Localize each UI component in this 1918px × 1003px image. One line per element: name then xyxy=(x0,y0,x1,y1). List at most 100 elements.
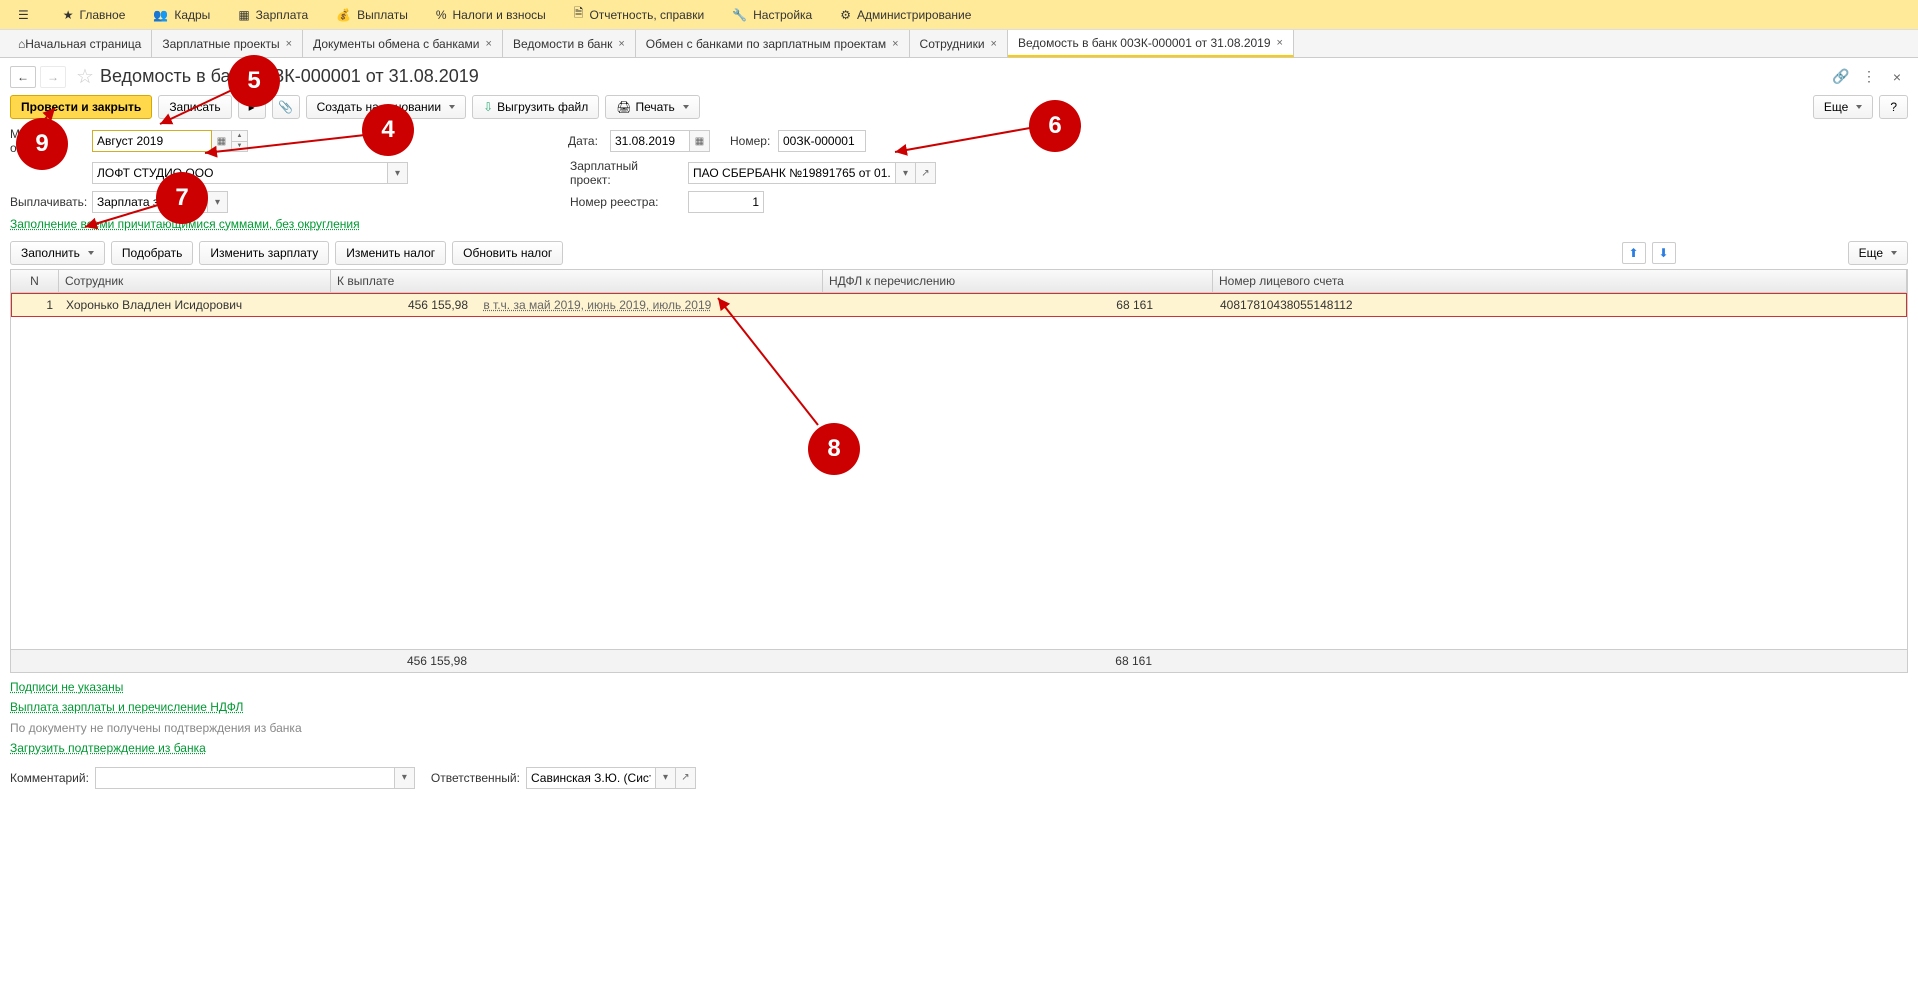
tab-projects[interactable]: Зарплатные проекты× xyxy=(152,30,303,57)
menu-hr[interactable]: 👥Кадры xyxy=(139,8,224,22)
change-salary-button[interactable]: Изменить зарплату xyxy=(199,241,329,265)
responsible-input[interactable] xyxy=(526,767,656,789)
form-area: Месяц оплаты: ▦ ▲▼ Дата: ▦ Номер: ▾ xyxy=(0,125,1918,237)
grid-more-button[interactable]: Еще xyxy=(1848,241,1908,265)
tab-home[interactable]: ⌂ Начальная страница xyxy=(8,30,152,57)
close-icon[interactable]: × xyxy=(991,38,997,50)
change-tax-button[interactable]: Изменить налог xyxy=(335,241,446,265)
calendar-icon[interactable]: ▦ xyxy=(690,130,710,152)
close-icon[interactable]: × xyxy=(1277,37,1283,49)
cell-employee: Хоронько Владлен Исидорович xyxy=(60,294,332,316)
forward-button[interactable]: → xyxy=(40,66,66,88)
calendar-icon[interactable]: ▦ xyxy=(212,130,232,152)
col-ndfl[interactable]: НДФЛ к перечислению xyxy=(823,270,1213,292)
link-icon[interactable]: 🔗 xyxy=(1830,66,1852,88)
post-and-close-button[interactable]: Провести и закрыть xyxy=(10,95,152,119)
dropdown-icon[interactable]: ▾ xyxy=(896,162,916,184)
menu-settings[interactable]: 🔧Настройка xyxy=(718,8,826,22)
tab-bar: ⌂ Начальная страница Зарплатные проекты×… xyxy=(0,30,1918,58)
dropdown-icon[interactable]: ▾ xyxy=(656,767,676,789)
export-file-button[interactable]: ⇩Выгрузить файл xyxy=(472,95,599,119)
callout-4: 4 xyxy=(362,104,414,156)
update-tax-button[interactable]: Обновить налог xyxy=(452,241,563,265)
kebab-icon[interactable]: ⋮ xyxy=(1858,66,1880,88)
page-header: ← → ☆ Ведомость в банк 00ЗК-000001 от 31… xyxy=(0,58,1918,95)
move-down-button[interactable]: ⬇ xyxy=(1652,242,1676,264)
comment-input[interactable] xyxy=(95,767,395,789)
callout-6: 6 xyxy=(1029,100,1081,152)
fill-button[interactable]: Заполнить xyxy=(10,241,105,265)
open-icon[interactable]: ↗ xyxy=(916,162,936,184)
menu-taxes[interactable]: %Налоги и взносы xyxy=(422,8,560,22)
help-button[interactable]: ? xyxy=(1879,95,1908,119)
menu-payments[interactable]: 💰Выплаты xyxy=(322,8,422,22)
open-icon[interactable]: ↗ xyxy=(676,767,696,789)
date-label: Дата: xyxy=(568,134,604,148)
dropdown-icon[interactable]: ▾ xyxy=(388,162,408,184)
pick-button[interactable]: Подобрать xyxy=(111,241,193,265)
close-icon[interactable]: × xyxy=(486,38,492,50)
save-button[interactable]: Записать xyxy=(158,95,231,119)
col-account[interactable]: Номер лицевого счета xyxy=(1213,270,1907,292)
month-stepper[interactable]: ▲▼ xyxy=(232,130,248,152)
attach-button[interactable]: 📎 xyxy=(272,95,300,119)
percent-icon: % xyxy=(436,8,447,22)
cell-ndfl: 68 161 xyxy=(824,294,1214,316)
menu-reports[interactable]: 🗎Отчетность, справки xyxy=(560,4,718,25)
project-input[interactable] xyxy=(688,162,896,184)
home-icon: ⌂ xyxy=(18,37,25,51)
loadconfirm-link[interactable]: Загрузить подтверждение из банка xyxy=(10,741,206,755)
grid-footer: 456 155,98 68 161 xyxy=(11,649,1907,672)
tab-current-doc[interactable]: Ведомость в банк 00ЗК-000001 от 31.08.20… xyxy=(1008,30,1294,57)
main-menu-bar: ☰ ★Главное 👥Кадры ▦Зарплата 💰Выплаты %На… xyxy=(0,0,1918,30)
project-label: Зарплатный проект: xyxy=(570,159,682,187)
noconfirm-text: По документу не получены подтверждения и… xyxy=(10,718,1908,738)
gear-icon: ⚙ xyxy=(840,8,851,22)
month-input[interactable] xyxy=(92,130,212,152)
table-row[interactable]: 1 Хоронько Владлен Исидорович 456 155,98… xyxy=(11,293,1907,317)
callout-8: 8 xyxy=(808,423,860,475)
tab-employees[interactable]: Сотрудники× xyxy=(910,30,1008,57)
more-button[interactable]: Еще xyxy=(1813,95,1873,119)
col-n[interactable]: N xyxy=(11,270,59,292)
dropdown-icon[interactable]: ▾ xyxy=(208,191,228,213)
dropdown-icon[interactable]: ▾ xyxy=(395,767,415,789)
hamburger-icon: ☰ xyxy=(18,8,29,22)
col-employee[interactable]: Сотрудник xyxy=(59,270,331,292)
menu-salary[interactable]: ▦Зарплата xyxy=(224,8,322,22)
grid-body[interactable]: 1 Хоронько Владлен Исидорович 456 155,98… xyxy=(11,293,1907,649)
grid-toolbar: Заполнить Подобрать Изменить зарплату Из… xyxy=(0,237,1918,269)
grid-header: N Сотрудник К выплате НДФЛ к перечислени… xyxy=(11,270,1907,293)
close-icon[interactable]: × xyxy=(892,38,898,50)
responsible-label: Ответственный: xyxy=(431,771,520,785)
print-button[interactable]: 🖨Печать xyxy=(605,95,700,119)
number-input[interactable] xyxy=(778,130,866,152)
cell-pay: 456 155,98 в т.ч. за май 2019, июнь 2019… xyxy=(332,294,824,316)
close-icon[interactable]: × xyxy=(286,38,292,50)
payout-link[interactable]: Выплата зарплаты и перечисление НДФЛ xyxy=(10,700,243,714)
pay-detail-link[interactable]: в т.ч. за май 2019, июнь 2019, июль 2019 xyxy=(483,298,711,312)
org-input[interactable] xyxy=(92,162,388,184)
tab-statements[interactable]: Ведомости в банк× xyxy=(503,30,636,57)
signatures-link[interactable]: Подписи не указаны xyxy=(10,680,123,694)
window-close-icon[interactable]: × xyxy=(1886,66,1908,88)
col-pay[interactable]: К выплате xyxy=(331,270,823,292)
back-button[interactable]: ← xyxy=(10,66,36,88)
callout-7: 7 xyxy=(156,172,208,224)
tab-exchange[interactable]: Обмен с банками по зарплатным проектам× xyxy=(636,30,910,57)
money-icon: 💰 xyxy=(336,8,351,22)
page-title: Ведомость в банк 00ЗК-000001 от 31.08.20… xyxy=(100,66,479,87)
registry-input[interactable] xyxy=(688,191,764,213)
menu-admin[interactable]: ⚙Администрирование xyxy=(826,8,985,22)
date-input[interactable] xyxy=(610,130,690,152)
close-icon[interactable]: × xyxy=(618,38,624,50)
comment-label: Комментарий: xyxy=(10,771,89,785)
menu-main[interactable]: ★Главное xyxy=(49,8,140,22)
tab-bankdocs[interactable]: Документы обмена с банками× xyxy=(303,30,503,57)
people-icon: 👥 xyxy=(153,8,168,22)
favorite-star-icon[interactable]: ☆ xyxy=(76,64,94,89)
menu-hamburger[interactable]: ☰ xyxy=(4,8,49,22)
wrench-icon: 🔧 xyxy=(732,8,747,22)
toolbar: Провести и закрыть Записать ▸ 📎 Создать … xyxy=(0,95,1918,125)
move-up-button[interactable]: ⬆ xyxy=(1622,242,1646,264)
